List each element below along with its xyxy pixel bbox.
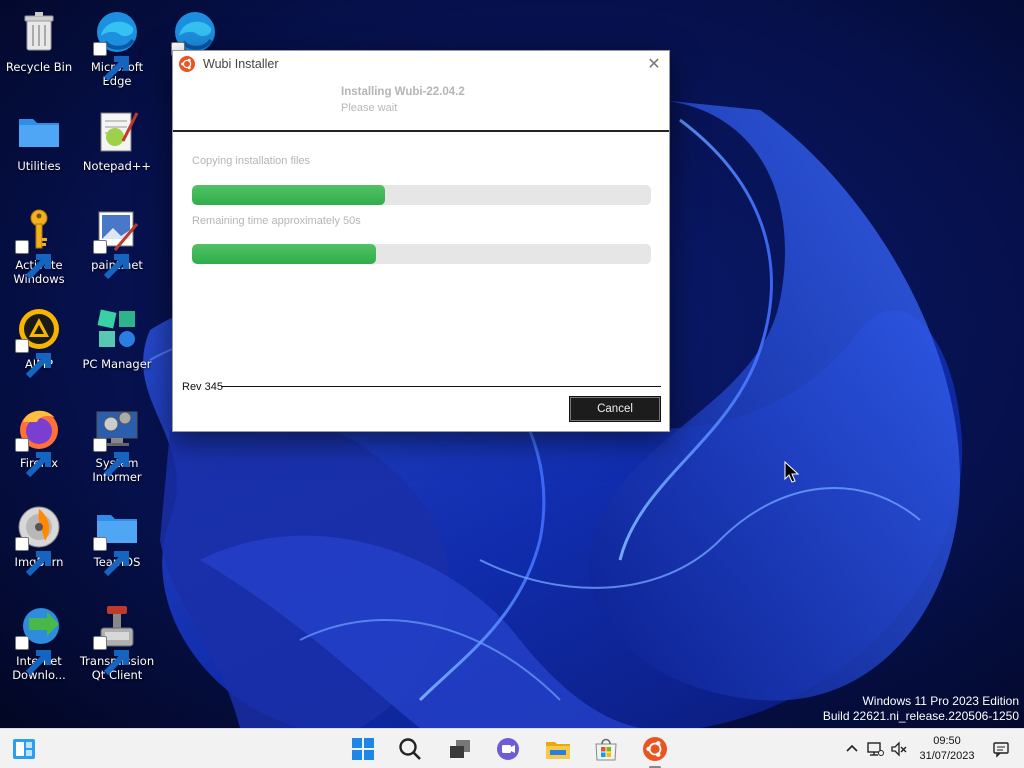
desktop-icon-label: Utilities <box>17 159 61 173</box>
progress-label-remaining: Remaining time approximately 50s <box>192 215 361 227</box>
file-explorer-icon <box>546 742 570 759</box>
start-button[interactable] <box>349 735 377 763</box>
clock-date: 31/07/2023 <box>919 750 975 762</box>
system-informer-icon <box>93 404 141 478</box>
windows-edition-watermark: Windows 11 Pro 2023 Edition Build 22621.… <box>823 694 1019 724</box>
progress-bar-copying <box>192 185 651 205</box>
search-icon <box>399 738 421 760</box>
desktop-icon-transmission[interactable]: Transmission Qt Client <box>78 602 156 682</box>
volume-tray-button[interactable] <box>890 740 908 758</box>
network-icon <box>867 742 884 756</box>
progress-fill <box>192 185 385 205</box>
mouse-cursor-icon <box>784 461 800 483</box>
widgets-button[interactable] <box>10 735 38 763</box>
folder-icon <box>15 107 63 155</box>
task-view-icon <box>450 740 470 758</box>
progress-fill <box>192 244 376 264</box>
notepad-plus-plus-icon <box>93 107 141 155</box>
shortcut-arrow-icon <box>93 438 129 478</box>
desktop-icon-label: Notepad++ <box>82 159 152 173</box>
desktop-icon-label: Recycle Bin <box>5 60 73 74</box>
desktop-icon-internet-download-manager[interactable]: Internet Downlo... <box>0 602 78 682</box>
chevron-up-icon <box>846 744 858 752</box>
desktop-icon-microsoft-edge[interactable]: Microsoft Edge <box>78 8 156 88</box>
desktop-icon-label: PC Manager <box>82 357 152 371</box>
progress-label-copying: Copying installation files <box>192 155 311 167</box>
shortcut-arrow-icon <box>15 537 51 577</box>
chat-button[interactable] <box>494 735 522 763</box>
start-icon <box>352 738 374 760</box>
firefox-icon <box>15 404 63 478</box>
desktop-icon-teamos[interactable]: TeamOS <box>78 503 156 577</box>
desktop-icon-activate-windows[interactable]: Activate Windows <box>0 206 78 286</box>
close-button[interactable]: ✕ <box>645 55 663 73</box>
widgets-icon <box>13 739 35 759</box>
wubi-installer-window: Wubi Installer ✕ Installing Wubi-22.04.2… <box>172 50 670 432</box>
shortcut-arrow-icon <box>15 240 51 280</box>
desktop-icon-system-informer[interactable]: System Informer <box>78 404 156 484</box>
notification-icon <box>993 742 1009 758</box>
ubuntu-icon <box>643 737 667 761</box>
build-text: Build 22621.ni_release.220506-1250 <box>822 709 1019 723</box>
transmission-icon <box>93 602 141 676</box>
store-button[interactable] <box>592 735 620 763</box>
shortcut-arrow-icon <box>93 537 129 577</box>
notifications-button[interactable] <box>992 740 1010 758</box>
clock[interactable]: 09:50 31/07/2023 <box>912 734 982 764</box>
shortcut-arrow-icon <box>93 636 129 676</box>
desktop-icon-pc-manager[interactable]: PC Manager <box>78 305 156 371</box>
shortcut-arrow-icon <box>15 636 51 676</box>
clock-time: 09:50 <box>933 735 961 747</box>
paint-net-icon <box>93 206 141 280</box>
chat-icon <box>497 738 519 760</box>
ubuntu-icon <box>179 56 195 72</box>
edition-text: Windows 11 Pro 2023 Edition <box>862 694 1019 708</box>
desktop-icon-imgburn[interactable]: ImgBurn <box>0 503 78 577</box>
aimp-icon <box>15 305 63 379</box>
revision-label: Rev 345 <box>182 381 223 393</box>
pc-manager-icon <box>93 305 141 353</box>
task-view-button[interactable] <box>446 735 474 763</box>
network-tray-button[interactable] <box>866 740 884 758</box>
close-icon: ✕ <box>647 54 661 73</box>
file-explorer-button[interactable] <box>544 735 572 763</box>
cancel-button[interactable]: Cancel <box>569 396 661 422</box>
divider <box>221 386 661 387</box>
desktop-icon-firefox[interactable]: Firefox <box>0 404 78 478</box>
store-icon <box>595 738 617 761</box>
edge-icon <box>93 8 141 82</box>
desktop-icon-aimp[interactable]: AIMP <box>0 305 78 379</box>
shortcut-arrow-icon <box>15 438 51 478</box>
idm-icon <box>15 602 63 676</box>
imgburn-icon <box>15 503 63 577</box>
shortcut-arrow-icon <box>93 42 129 82</box>
desktop-icon-paint-net[interactable]: paint.net <box>78 206 156 280</box>
search-button[interactable] <box>396 735 424 763</box>
shortcut-arrow-icon <box>15 339 51 379</box>
desktop-icon-recycle-bin[interactable]: Recycle Bin <box>0 8 78 74</box>
folder-icon <box>93 503 141 577</box>
window-title: Wubi Installer <box>203 57 279 71</box>
desktop-icon-notepad-plus-plus[interactable]: Notepad++ <box>78 107 156 173</box>
recycle-bin-icon <box>15 8 63 56</box>
progress-bar-remaining <box>192 244 651 264</box>
volume-muted-icon <box>891 741 907 757</box>
show-hidden-icons-button[interactable] <box>843 740 861 758</box>
desktop-icon-utilities[interactable]: Utilities <box>0 107 78 173</box>
install-subtitle: Please wait <box>341 102 398 114</box>
shortcut-arrow-icon <box>93 240 129 280</box>
key-icon <box>15 206 63 280</box>
edge-icon <box>171 8 219 82</box>
taskbar: 09:50 31/07/2023 <box>0 728 1024 768</box>
ubuntu-taskbar-button[interactable] <box>641 735 669 768</box>
install-title: Installing Wubi-22.04.2 <box>341 86 465 98</box>
installer-header: Installing Wubi-22.04.2 Please wait <box>173 77 669 132</box>
window-titlebar[interactable]: Wubi Installer <box>173 51 669 77</box>
